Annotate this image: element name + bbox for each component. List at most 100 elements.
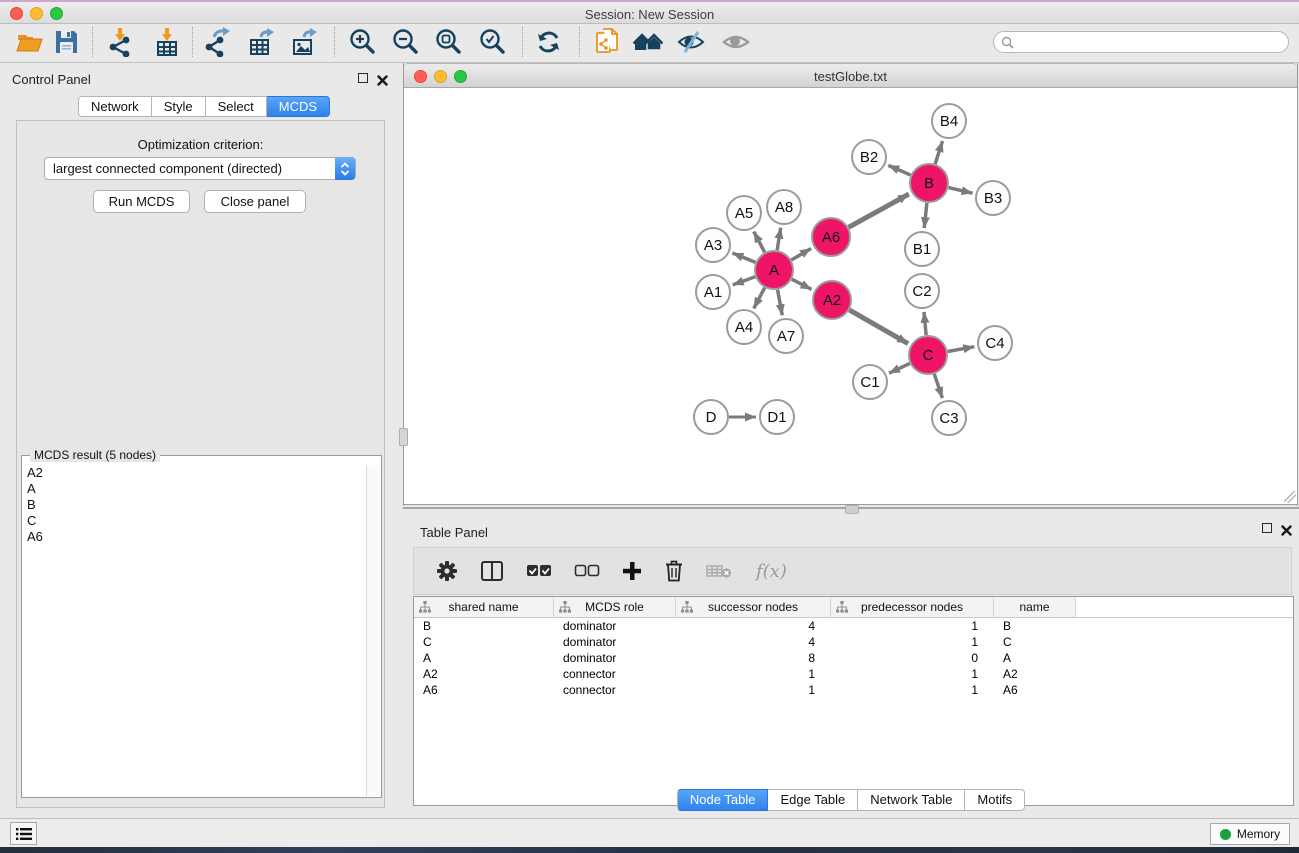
- graph-node-A1[interactable]: A1: [696, 275, 730, 309]
- graph-node-A7[interactable]: A7: [769, 319, 803, 353]
- tab-mcds[interactable]: MCDS: [267, 96, 330, 117]
- list-icon: [16, 827, 32, 841]
- search-box[interactable]: [993, 31, 1289, 53]
- tab-select[interactable]: Select: [206, 96, 267, 117]
- zoom-selected-icon[interactable]: [478, 27, 506, 57]
- graph-node-C3[interactable]: C3: [932, 401, 966, 435]
- search-input[interactable]: [1018, 35, 1288, 49]
- graph-node-C2[interactable]: C2: [905, 274, 939, 308]
- graph-node-B1[interactable]: B1: [905, 232, 939, 266]
- result-scrollbar[interactable]: [366, 465, 380, 796]
- graph-node-B2[interactable]: B2: [852, 140, 886, 174]
- home-reset-icon[interactable]: [633, 27, 661, 57]
- mcds-result-item[interactable]: A6: [23, 529, 367, 545]
- network-canvas[interactable]: B4 B2 B B3 A8A5 A6 A3 B1 A A1 C2 A2 A4A7 C4 C C1 C3 D D1: [404, 88, 1297, 505]
- table-tab-network-table[interactable]: Network Table: [858, 789, 965, 811]
- mcds-result-item[interactable]: A: [23, 481, 367, 497]
- tab-style[interactable]: Style: [152, 96, 206, 117]
- select-all-columns-icon[interactable]: [526, 564, 552, 578]
- mcds-result-item[interactable]: A2: [23, 465, 367, 481]
- graph-node-B3[interactable]: B3: [976, 181, 1010, 215]
- app-titlebar: Session: New Session: [0, 2, 1299, 24]
- import-table-icon[interactable]: [153, 27, 181, 57]
- graph-node-C1[interactable]: C1: [853, 365, 887, 399]
- column-header-predecessor-nodes[interactable]: predecessor nodes: [831, 597, 994, 617]
- table-tabs: Node TableEdge TableNetwork TableMotifs: [403, 789, 1299, 811]
- float-panel-icon[interactable]: [358, 73, 370, 85]
- table-tab-motifs[interactable]: Motifs: [965, 789, 1025, 811]
- dropdown-stepper-icon[interactable]: [335, 157, 355, 180]
- deselect-all-columns-icon[interactable]: [574, 564, 600, 578]
- export-image-icon[interactable]: [290, 27, 318, 57]
- graph-node-A2[interactable]: A2: [813, 281, 851, 319]
- add-column-icon[interactable]: [622, 561, 642, 581]
- graph-node-B4[interactable]: B4: [932, 104, 966, 138]
- close-panel-icon[interactable]: [377, 73, 389, 85]
- graph-node-A4[interactable]: A4: [727, 310, 761, 344]
- export-network-icon[interactable]: [204, 27, 232, 57]
- zoom-fit-icon[interactable]: [434, 27, 462, 57]
- table-tab-edge-table[interactable]: Edge Table: [768, 789, 858, 811]
- table-cell: 1: [831, 667, 994, 681]
- table-tab-node-table[interactable]: Node Table: [677, 789, 769, 811]
- function-builder-icon[interactable]: f(x): [756, 561, 787, 582]
- table-row[interactable]: A2connector11A2: [414, 666, 1293, 682]
- clone-network-icon[interactable]: [594, 27, 622, 57]
- mcds-result-item[interactable]: C: [23, 513, 367, 529]
- graph-node-B[interactable]: B: [910, 164, 948, 202]
- graph-node-C[interactable]: C: [909, 336, 947, 374]
- mcds-result-item[interactable]: B: [23, 497, 367, 513]
- show-columns-icon[interactable]: [480, 560, 504, 582]
- table-close-icon[interactable]: [1281, 523, 1293, 535]
- graph-node-D1[interactable]: D1: [760, 400, 794, 434]
- run-mcds-button[interactable]: Run MCDS: [93, 190, 190, 213]
- mcds-result-legend: MCDS result (5 nodes): [30, 448, 160, 462]
- zoom-out-icon[interactable]: [391, 27, 419, 57]
- graph-node-A3[interactable]: A3: [696, 228, 730, 262]
- edge-C-C3: [934, 374, 942, 398]
- tab-network[interactable]: Network: [78, 96, 152, 117]
- delete-column-icon[interactable]: [664, 560, 684, 582]
- splitter-collapse-handle[interactable]: [399, 428, 408, 446]
- network-view-window: testGlobe.txt B4B2BB3A8A5A6A3B1AA1C2A2A4…: [403, 63, 1298, 506]
- graph-node-A8[interactable]: A8: [767, 190, 801, 224]
- import-network-icon[interactable]: [106, 27, 134, 57]
- settings-gear-icon[interactable]: [436, 560, 458, 582]
- zoom-in-icon[interactable]: [348, 27, 376, 57]
- optimization-dropdown[interactable]: largest connected component (directed): [44, 157, 356, 180]
- hide-panels-icon[interactable]: [677, 27, 705, 57]
- splitter-handle[interactable]: [845, 505, 859, 514]
- mcds-result-list[interactable]: A2ABCA6: [23, 465, 367, 796]
- delete-table-icon[interactable]: [706, 563, 732, 579]
- memory-button[interactable]: Memory: [1210, 823, 1290, 845]
- table-row[interactable]: Adominator80A: [414, 650, 1293, 666]
- graph-node-A5[interactable]: A5: [727, 196, 761, 230]
- table-panel-title: Table Panel: [420, 525, 488, 540]
- memory-status-icon: [1220, 829, 1231, 840]
- open-session-icon[interactable]: [15, 27, 43, 57]
- table-row[interactable]: Bdominator41B: [414, 618, 1293, 634]
- graph-node-A6[interactable]: A6: [812, 218, 850, 256]
- column-header-successor-nodes[interactable]: successor nodes: [676, 597, 831, 617]
- refresh-layout-icon[interactable]: [535, 27, 563, 57]
- control-panel-body: Optimization criterion: largest connecte…: [16, 120, 385, 808]
- column-header-name[interactable]: name: [994, 597, 1076, 617]
- svg-text:C2: C2: [912, 283, 931, 300]
- save-session-icon[interactable]: [52, 27, 80, 57]
- column-header-MCDS-role[interactable]: MCDS role: [554, 597, 676, 617]
- resize-grip-icon[interactable]: [1284, 491, 1296, 503]
- table-row[interactable]: A6connector11A6: [414, 682, 1293, 698]
- edge-C-C4: [948, 347, 975, 352]
- task-history-button[interactable]: [10, 822, 37, 845]
- export-table-icon[interactable]: [247, 27, 275, 57]
- table-float-icon[interactable]: [1262, 523, 1274, 535]
- table-row[interactable]: Cdominator41C: [414, 634, 1293, 650]
- graph-node-D[interactable]: D: [694, 400, 728, 434]
- close-panel-button[interactable]: Close panel: [204, 190, 306, 213]
- graph-node-A[interactable]: A: [755, 251, 793, 289]
- edge-A-A7: [778, 290, 783, 316]
- show-panels-icon[interactable]: [722, 27, 750, 57]
- graph-node-C4[interactable]: C4: [978, 326, 1012, 360]
- search-icon: [1001, 36, 1014, 49]
- column-header-shared-name[interactable]: shared name: [414, 597, 554, 617]
